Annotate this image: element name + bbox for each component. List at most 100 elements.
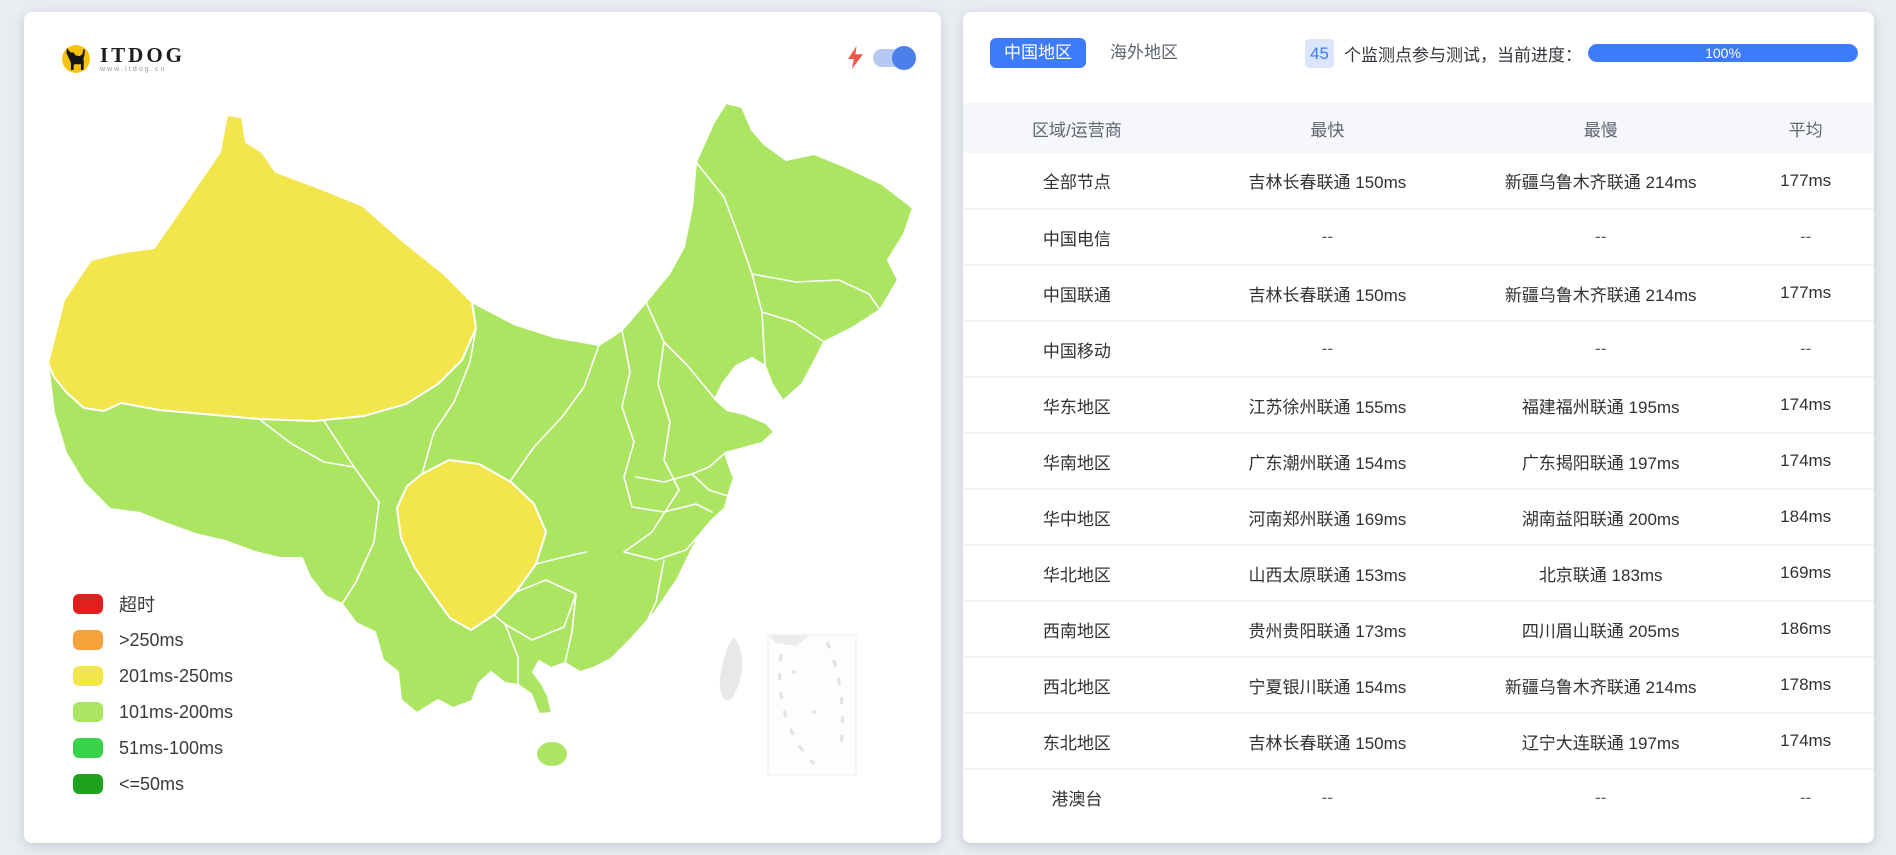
legend-swatch	[73, 738, 103, 758]
page-background: { "brand": { "name": "ITDOG", "url": "ww…	[0, 0, 1896, 855]
column-header: 区域/运营商	[963, 103, 1191, 153]
cell-fastest: 吉林长春联通 150ms	[1248, 173, 1407, 192]
table-row: 华北地区 山西太原联通 153ms 北京联通 183ms 169ms	[963, 545, 1874, 601]
cell-fastest: 河南郑州联通 169ms	[1248, 509, 1407, 529]
cell-average: --	[1800, 787, 1812, 807]
legend-swatch	[73, 774, 103, 794]
cell-average: 174ms	[1780, 395, 1832, 414]
table-row: 华中地区 河南郑州联通 169ms 湖南益阳联通 200ms 184ms	[963, 489, 1874, 545]
legend-swatch	[73, 630, 103, 650]
hainan-region[interactable]	[535, 740, 569, 768]
legend-item[interactable]: <=50ms	[73, 766, 233, 802]
tab-china-region[interactable]: 中国地区	[990, 38, 1086, 68]
table-row: 华南地区 广东潮州联通 154ms 广东揭阳联通 197ms 174ms	[963, 433, 1874, 489]
cell-region: 中国移动	[1042, 341, 1111, 361]
legend-label: 51ms-100ms	[119, 737, 224, 758]
south-china-sea-inset	[767, 634, 857, 776]
progress-bar: 100%	[1588, 44, 1858, 62]
table-row: 西北地区 宁夏银川联通 154ms 新疆乌鲁木齐联通 214ms 178ms	[963, 657, 1874, 713]
table-row: 西南地区 贵州贵阳联通 173ms 四川眉山联通 205ms 186ms	[963, 601, 1874, 657]
cell-average: 184ms	[1780, 507, 1832, 526]
table-body: 全部节点 吉林长春联通 150ms 新疆乌鲁木齐联通 214ms 177ms 中国电信 -…	[963, 153, 1874, 825]
table-row: 中国联通 吉林长春联通 150ms 新疆乌鲁木齐联通 214ms 177ms	[963, 265, 1874, 321]
cell-region: 华南地区	[1042, 453, 1111, 473]
latency-results-table: 区域/运营商 最快 最慢 平均 全部节点 吉林长春联通 150ms 新疆乌鲁木齐联通 21…	[963, 103, 1874, 825]
cell-region: 中国联通	[1042, 285, 1111, 305]
lightning-icon	[848, 46, 863, 69]
brand-title: ITDOG	[100, 43, 186, 67]
ping-results-card: 中国地区 海外地区 45 个监测点参与测试，当前进度： 100% 区域/运营商最…	[963, 12, 1874, 843]
legend-item[interactable]: >250ms	[73, 622, 233, 658]
brand-url: www.itdog.cn	[100, 66, 167, 73]
legend-label: 201ms-250ms	[119, 665, 234, 686]
cell-slowest: 新疆乌鲁木齐联通 214ms	[1504, 173, 1697, 192]
cell-fastest: 江苏徐州联通 155ms	[1248, 397, 1407, 417]
cell-slowest: 福建福州联通 195ms	[1521, 397, 1680, 417]
legend-swatch	[73, 702, 103, 722]
cell-slowest: 辽宁大连联通 197ms	[1521, 733, 1680, 753]
cell-region: 西南地区	[1042, 621, 1111, 641]
cell-region: 华东地区	[1042, 397, 1111, 417]
cell-region: 港澳台	[1051, 790, 1103, 809]
monitor-status-text: 个监测点参与测试，当前进度：	[1344, 45, 1582, 65]
cell-slowest: 四川眉山联通 205ms	[1521, 621, 1680, 641]
cell-slowest: 北京联通 183ms	[1538, 565, 1663, 585]
cell-slowest: 新疆乌鲁木齐联通 214ms	[1504, 285, 1697, 305]
progress-label: 100%	[1705, 45, 1741, 61]
cell-slowest: 新疆乌鲁木齐联通 214ms	[1504, 677, 1697, 697]
cell-average: 174ms	[1780, 451, 1832, 470]
cell-fastest: 广东潮州联通 154ms	[1248, 453, 1407, 473]
tab-overseas-region[interactable]: 海外地区	[1104, 38, 1184, 68]
cell-average: 178ms	[1780, 675, 1832, 694]
table-header-row: 区域/运营商 最快 最慢 平均	[963, 103, 1874, 153]
legend-swatch	[73, 666, 103, 686]
legend-label: 超时	[119, 595, 155, 615]
dog-icon	[62, 45, 90, 73]
column-header: 最慢	[1464, 103, 1738, 153]
map-card: ITDOG www.itdog.cn 超时 >250ms 201ms-250ms…	[24, 12, 941, 843]
table-row: 中国电信 -- -- --	[963, 209, 1874, 265]
cell-slowest: --	[1595, 227, 1607, 246]
map-legend: 超时 >250ms 201ms-250ms 101ms-200ms 51ms-1…	[73, 586, 233, 802]
taiwan-region[interactable]	[719, 637, 743, 701]
cell-region: 中国电信	[1042, 229, 1111, 249]
cell-fastest: --	[1321, 227, 1334, 246]
cell-fastest: --	[1321, 339, 1334, 358]
cell-fastest: 贵州贵阳联通 173ms	[1248, 621, 1407, 641]
table-row: 港澳台 -- -- --	[963, 769, 1874, 825]
cell-fastest: 山西太原联通 153ms	[1248, 565, 1407, 585]
legend-label: <=50ms	[119, 773, 185, 794]
cell-average: 169ms	[1780, 563, 1832, 582]
cell-slowest: --	[1595, 787, 1607, 807]
table-row: 华东地区 江苏徐州联通 155ms 福建福州联通 195ms 174ms	[963, 377, 1874, 433]
cell-fastest: 吉林长春联通 150ms	[1248, 733, 1407, 753]
cell-average: 177ms	[1780, 170, 1832, 190]
cell-average: 186ms	[1780, 619, 1832, 638]
cell-slowest: 广东揭阳联通 197ms	[1521, 453, 1680, 473]
cell-average: 177ms	[1780, 283, 1832, 302]
legend-item[interactable]: 51ms-100ms	[73, 730, 233, 766]
table-row: 中国移动 -- -- --	[963, 321, 1874, 377]
cell-average: --	[1800, 339, 1812, 358]
column-header: 平均	[1737, 103, 1874, 153]
xinjiang-region[interactable]	[47, 114, 477, 422]
itdog-logo[interactable]: ITDOG www.itdog.cn	[58, 42, 185, 76]
cell-average: 174ms	[1780, 731, 1832, 750]
cell-slowest: 湖南益阳联通 200ms	[1521, 509, 1680, 529]
legend-item[interactable]: 201ms-250ms	[73, 658, 233, 694]
map-toggle[interactable]	[873, 45, 916, 70]
cell-region: 华北地区	[1042, 565, 1111, 585]
table-row: 东北地区 吉林长春联通 150ms 辽宁大连联通 197ms 174ms	[963, 713, 1874, 769]
table-row: 全部节点 吉林长春联通 150ms 新疆乌鲁木齐联通 214ms 177ms	[963, 153, 1874, 209]
legend-item[interactable]: 101ms-200ms	[73, 694, 233, 730]
cell-region: 全部节点	[1042, 173, 1111, 192]
cell-region: 西北地区	[1042, 677, 1111, 697]
panel-header: 中国地区 海外地区 45 个监测点参与测试，当前进度： 100%	[963, 12, 1874, 68]
column-header: 最快	[1190, 103, 1465, 153]
map-toggle-knob[interactable]	[892, 45, 916, 70]
cell-fastest: --	[1321, 787, 1334, 807]
monitor-count-badge: 45	[1305, 38, 1334, 68]
legend-item[interactable]: 超时	[73, 586, 233, 622]
cell-average: --	[1800, 227, 1812, 246]
cell-fastest: 宁夏银川联通 154ms	[1248, 677, 1407, 697]
